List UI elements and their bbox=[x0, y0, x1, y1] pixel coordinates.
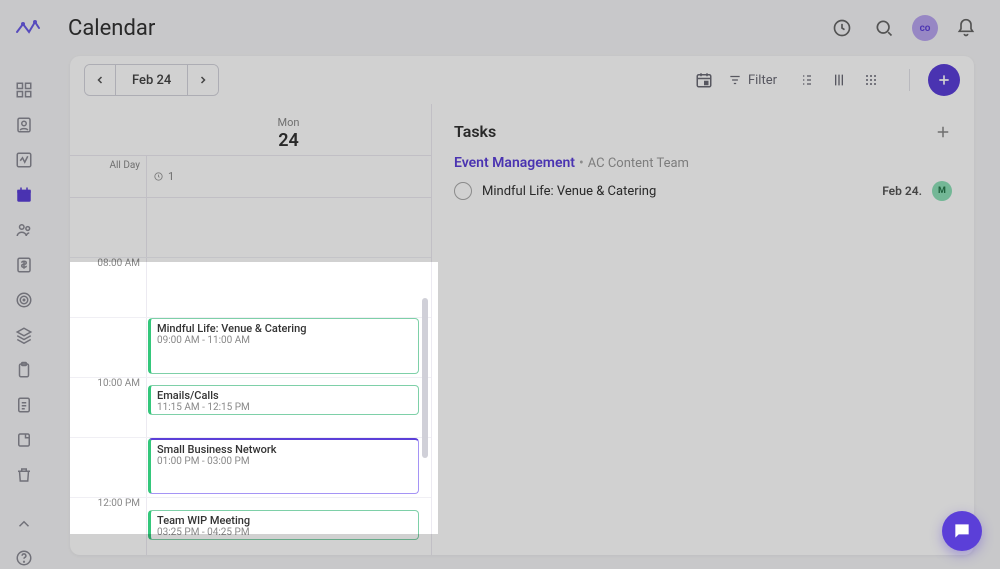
toolbar-divider bbox=[909, 69, 910, 91]
task-checkbox[interactable] bbox=[454, 182, 472, 200]
filter-button[interactable]: Filter bbox=[728, 73, 777, 88]
scrollbar[interactable] bbox=[422, 298, 428, 458]
user-avatar[interactable]: co bbox=[912, 15, 938, 41]
group-primary-label: Event Management bbox=[454, 155, 575, 171]
time-label: 10:00 AM bbox=[70, 378, 146, 437]
recurring-icon bbox=[153, 171, 164, 182]
day-of-week: Mon bbox=[70, 116, 431, 129]
activity-icon[interactable] bbox=[10, 150, 38, 171]
time-label bbox=[70, 198, 146, 257]
team-icon[interactable] bbox=[10, 220, 38, 241]
calendar-event[interactable]: Emails/Calls11:15 AM - 12:15 PM bbox=[148, 385, 419, 415]
clock-icon[interactable] bbox=[828, 14, 856, 42]
search-icon[interactable] bbox=[870, 14, 898, 42]
all-day-cell[interactable]: 1 bbox=[146, 156, 431, 197]
calendar-event[interactable]: Small Business Network01:00 PM - 03:00 P… bbox=[148, 438, 419, 494]
tasks-heading: Tasks bbox=[454, 122, 496, 141]
current-date-label[interactable]: Feb 24 bbox=[115, 65, 188, 95]
list-view-icon[interactable] bbox=[793, 66, 821, 94]
target-icon[interactable] bbox=[10, 290, 38, 311]
event-title: Mindful Life: Venue & Catering bbox=[157, 322, 412, 335]
add-task-button[interactable] bbox=[934, 123, 952, 141]
filter-label: Filter bbox=[748, 73, 777, 88]
bell-icon[interactable] bbox=[952, 14, 980, 42]
layers-icon[interactable] bbox=[10, 324, 38, 345]
topbar-actions: co bbox=[828, 14, 980, 42]
column-view-icon[interactable] bbox=[825, 66, 853, 94]
time-label bbox=[70, 438, 146, 497]
time-label bbox=[70, 318, 146, 377]
grid-view-icon[interactable] bbox=[857, 66, 885, 94]
all-day-count: 1 bbox=[168, 170, 174, 183]
all-day-row: All Day 1 bbox=[70, 156, 431, 198]
task-assignee-avatar[interactable]: M bbox=[932, 181, 952, 201]
tasks-panel: Tasks Event Management•AC Content Team M… bbox=[432, 104, 974, 555]
event-time: 09:00 AM - 11:00 AM bbox=[157, 335, 412, 346]
event-time: 11:15 AM - 12:15 PM bbox=[157, 402, 412, 413]
help-icon[interactable] bbox=[10, 548, 38, 569]
event-time: 03:25 PM - 04:25 PM bbox=[157, 527, 412, 538]
calendar-event[interactable]: Team WIP Meeting03:25 PM - 04:25 PM bbox=[148, 510, 419, 540]
time-grid: 08:00 AM10:00 AM12:00 PM02:00 PM04:00 PM… bbox=[70, 198, 431, 555]
calendar-icon[interactable] bbox=[10, 185, 38, 206]
filter-icon bbox=[728, 73, 742, 87]
checklist-icon[interactable] bbox=[10, 394, 38, 415]
main-card: Feb 24 Filter Mon 24 All Day bbox=[70, 56, 974, 555]
prev-day-button[interactable] bbox=[85, 65, 115, 95]
clipboard-icon[interactable] bbox=[10, 359, 38, 380]
group-secondary-label: AC Content Team bbox=[588, 156, 689, 171]
page-title: Calendar bbox=[68, 16, 828, 41]
note-icon[interactable] bbox=[10, 429, 38, 450]
event-time: 01:00 PM - 03:00 PM bbox=[157, 456, 412, 467]
task-group-title[interactable]: Event Management•AC Content Team bbox=[454, 155, 952, 171]
calendar-picker-icon[interactable] bbox=[690, 66, 718, 94]
task-title: Mindful Life: Venue & Catering bbox=[482, 184, 872, 199]
money-icon[interactable] bbox=[10, 255, 38, 276]
event-title: Team WIP Meeting bbox=[157, 514, 412, 527]
task-item[interactable]: Mindful Life: Venue & Catering Feb 24. M bbox=[454, 181, 952, 201]
app-logo-icon[interactable] bbox=[12, 12, 44, 44]
user-icon[interactable] bbox=[10, 115, 38, 136]
tasks-header: Tasks bbox=[454, 122, 952, 141]
left-nav-rail bbox=[0, 56, 48, 569]
view-switcher bbox=[793, 66, 885, 94]
add-button[interactable] bbox=[928, 64, 960, 96]
chat-fab[interactable] bbox=[942, 511, 982, 551]
time-label: 12:00 PM bbox=[70, 498, 146, 555]
event-title: Emails/Calls bbox=[157, 389, 412, 402]
all-day-label: All Day bbox=[70, 156, 146, 197]
task-date: Feb 24. bbox=[882, 184, 922, 198]
grid-icon[interactable] bbox=[10, 80, 38, 101]
trash-icon[interactable] bbox=[10, 464, 38, 485]
calendar-day-column: Mon 24 All Day 1 08:00 AM 10:00 AM 12:00 P… bbox=[70, 104, 432, 555]
day-header: Mon 24 bbox=[70, 104, 431, 156]
next-day-button[interactable] bbox=[188, 65, 218, 95]
calendar-event[interactable]: Mindful Life: Venue & Catering09:00 AM -… bbox=[148, 318, 419, 374]
calendar-toolbar: Feb 24 Filter bbox=[70, 56, 974, 104]
task-group: Event Management•AC Content Team Mindful… bbox=[454, 155, 952, 201]
collapse-icon[interactable] bbox=[10, 513, 38, 534]
topbar: Calendar co bbox=[0, 0, 1000, 56]
time-label: 08:00 AM bbox=[70, 258, 146, 317]
day-number: 24 bbox=[70, 130, 431, 151]
card-body: Mon 24 All Day 1 08:00 AM 10:00 AM 12:00 P… bbox=[70, 104, 974, 555]
date-navigator: Feb 24 bbox=[84, 64, 219, 96]
events-layer: Mindful Life: Venue & Catering09:00 AM -… bbox=[146, 198, 421, 555]
event-title: Small Business Network bbox=[157, 443, 412, 456]
